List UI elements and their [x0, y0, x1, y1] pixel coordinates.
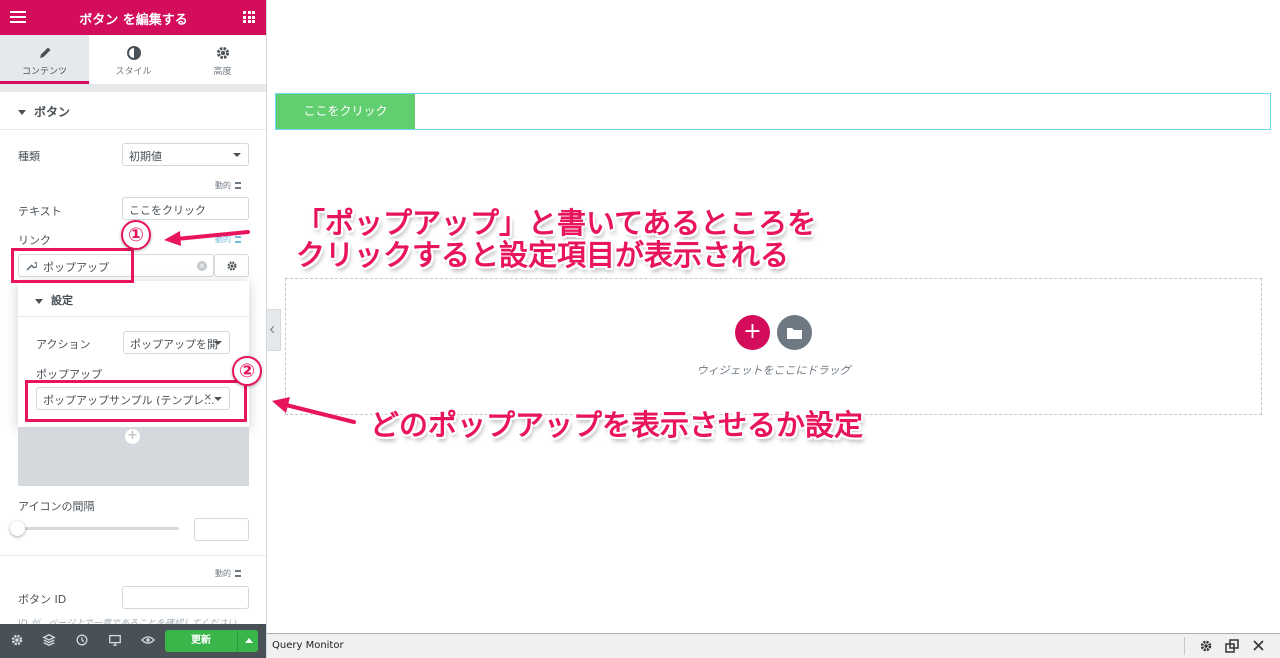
action-select[interactable]: ポップアップを開	[123, 331, 230, 354]
annotation-text-1: 「ポップアップ」と書いてあるところを クリックすると設定項目が表示される	[296, 206, 817, 272]
chevron-left-icon	[269, 325, 278, 334]
responsive-desktop-icon[interactable]	[108, 633, 122, 647]
canvas-button-preview[interactable]: ここをクリック	[276, 94, 415, 129]
action-label: アクション	[36, 338, 91, 351]
panel-title: ボタン を編集する	[79, 13, 188, 28]
tab-advanced-label: 高度	[213, 67, 232, 77]
tab-style[interactable]: スタイル	[89, 35, 178, 84]
preview-eye-icon[interactable]	[141, 633, 155, 647]
popover-title: 設定	[51, 294, 73, 307]
query-monitor-bar: Query Monitor	[267, 633, 1280, 658]
tab-style-label: スタイル	[115, 67, 152, 77]
divider	[1184, 637, 1185, 655]
update-button[interactable]: 更新	[165, 630, 237, 652]
annotation-arrow-2	[272, 397, 356, 424]
annotation-text-2: どのポップアップを表示させるか設定	[370, 408, 864, 442]
widgets-grid-icon[interactable]	[243, 11, 255, 23]
add-template-button[interactable]	[777, 315, 812, 350]
add-section-button[interactable]: +	[735, 315, 770, 350]
section-title: ボタン	[34, 105, 71, 119]
half-circle-icon	[126, 46, 141, 60]
annotation-box-popup	[25, 380, 247, 422]
text-label: テキスト	[18, 205, 62, 218]
type-select-value: 初期値	[129, 150, 162, 163]
pencil-icon	[39, 47, 50, 58]
collapse-panel-handle[interactable]	[267, 309, 281, 351]
dynamic-tag-3[interactable]: 動的	[215, 568, 241, 579]
tab-advanced[interactable]: 高度	[178, 35, 266, 84]
sidebar-header: ボタン を編集する	[0, 0, 266, 35]
type-select[interactable]: 初期値	[122, 143, 249, 166]
empty-section-dropzone[interactable]: + ウィジェットをここにドラッグ	[285, 278, 1262, 415]
tab-content-label: コンテンツ	[21, 67, 67, 77]
query-monitor-title: Query Monitor	[272, 640, 344, 651]
dropzone-hint: ウィジェットをここにドラッグ	[696, 364, 851, 377]
annotation-text-1-line-1: 「ポップアップ」と書いてあるところを	[296, 206, 817, 240]
popout-icon[interactable]	[1225, 639, 1239, 653]
icon-spacing-slider-track[interactable]	[18, 527, 179, 530]
annotation-arrow-1	[164, 230, 250, 246]
database-icon	[235, 182, 241, 189]
dynamic-tag-1[interactable]: 動的	[215, 180, 241, 191]
type-label: 種類	[18, 150, 40, 163]
chevron-down-icon	[214, 341, 222, 345]
clear-icon[interactable]: ×	[197, 261, 207, 271]
divider	[0, 555, 266, 556]
icon-spacing-slider-handle[interactable]	[10, 521, 25, 536]
popover-header[interactable]: 設定	[18, 281, 249, 317]
panel-tabs: コンテンツ スタイル 高度	[0, 35, 266, 85]
annotation-box-link	[11, 248, 134, 283]
link-settings-button[interactable]	[214, 254, 249, 277]
button-id-input[interactable]	[122, 586, 249, 609]
dynamic-label: 動的	[215, 569, 231, 578]
text-input[interactable]: ここをクリック	[122, 197, 249, 220]
sidebar-footer: 更新	[0, 624, 266, 658]
section-button-header[interactable]: ボタン	[0, 92, 266, 130]
button-id-label: ボタン ID	[18, 593, 67, 606]
folder-icon	[787, 328, 802, 339]
gear-icon[interactable]	[1199, 639, 1213, 653]
action-select-value: ポップアップを開	[130, 338, 218, 351]
annotation-step-1: ①	[121, 220, 151, 250]
canvas-section-outline[interactable]	[275, 93, 1271, 130]
icon-picker-area: +	[18, 427, 249, 486]
annotation-text-1-line-2: クリックすると設定項目が表示される	[296, 237, 790, 272]
settings-gear-icon[interactable]	[10, 633, 24, 647]
tab-content[interactable]: コンテンツ	[0, 35, 89, 84]
caret-down-icon	[18, 110, 26, 115]
gear-icon	[227, 261, 237, 271]
gear-icon	[216, 47, 229, 59]
annotation-step-2: ②	[232, 356, 262, 386]
database-icon	[235, 570, 241, 577]
layers-icon[interactable]	[42, 633, 56, 647]
add-icon[interactable]: +	[125, 429, 140, 444]
icon-spacing-input[interactable]	[194, 518, 249, 541]
history-icon[interactable]	[75, 633, 89, 647]
caret-down-icon	[35, 298, 43, 304]
save-options-button[interactable]	[237, 630, 258, 652]
icon-spacing-label: アイコンの間隔	[18, 500, 95, 513]
link-label: リンク	[18, 234, 51, 247]
editor-sidebar: ボタン を編集する コンテンツ スタイル 高度 ボタン 種類 初期値 動的 テキ…	[0, 0, 267, 658]
chevron-down-icon	[233, 153, 241, 157]
dynamic-label: 動的	[215, 181, 231, 190]
close-icon[interactable]	[1252, 639, 1265, 652]
chevron-up-icon	[245, 638, 253, 643]
